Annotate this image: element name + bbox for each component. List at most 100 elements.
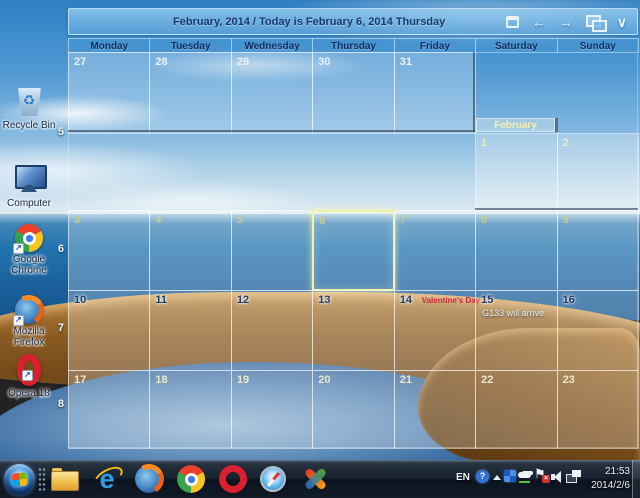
calendar-cell-20[interactable]: 20 bbox=[312, 370, 394, 449]
taskbar-item-firefox[interactable] bbox=[132, 461, 166, 497]
calendar-cell-6[interactable]: 6 bbox=[312, 210, 394, 291]
collapse-icon[interactable]: ∨ bbox=[617, 15, 627, 29]
taskbar-grip[interactable] bbox=[38, 467, 46, 491]
calendar-cell-19[interactable]: 19 bbox=[231, 370, 313, 449]
clock[interactable]: 21:53 2014/2/6 bbox=[582, 465, 630, 493]
day-header-wednesday: Wednesday bbox=[231, 38, 313, 53]
calendar-cell-21[interactable]: 21 bbox=[394, 370, 476, 449]
taskbar-item-windows-explorer[interactable] bbox=[47, 461, 81, 497]
calendar-cell-12[interactable]: 12 bbox=[231, 290, 313, 371]
date-number: 7 bbox=[400, 214, 406, 226]
calendar-cell-17[interactable]: 17 bbox=[68, 370, 150, 449]
calendar-cell-18[interactable]: 18 bbox=[149, 370, 231, 449]
date-number: 15 bbox=[481, 294, 493, 306]
display-settings-icon[interactable] bbox=[586, 15, 604, 29]
calendar-cell-2[interactable]: 2 bbox=[557, 133, 639, 211]
help-icon[interactable] bbox=[476, 470, 489, 483]
calendar-cell-23[interactable]: 23 bbox=[557, 370, 639, 449]
calendar-cell-5[interactable]: 5 bbox=[231, 210, 313, 291]
calendar-cell-30[interactable]: 30 bbox=[312, 52, 394, 134]
calendar-cell-3[interactable]: 3 bbox=[68, 210, 150, 291]
volume-icon[interactable] bbox=[551, 471, 565, 483]
calendar-view-icon[interactable] bbox=[506, 16, 519, 28]
explorer-icon bbox=[50, 465, 78, 493]
month-label: February bbox=[476, 118, 555, 132]
calendar-cell-1[interactable]: 1 bbox=[475, 133, 557, 211]
cloud-app-icon[interactable] bbox=[518, 470, 532, 483]
calendar-cell-31[interactable]: 31 bbox=[394, 52, 476, 134]
action-center-icon[interactable] bbox=[534, 468, 548, 483]
desktop-icon-label: Google Chrome bbox=[0, 254, 58, 276]
prev-month-icon[interactable]: ← bbox=[532, 15, 546, 29]
date-number: 2 bbox=[563, 137, 569, 149]
calendar-cell-28[interactable]: 28 bbox=[149, 52, 231, 134]
day-header-friday: Friday bbox=[394, 38, 476, 53]
recycle-bin-icon bbox=[11, 84, 47, 118]
day-header-tuesday: Tuesday bbox=[149, 38, 231, 53]
desktop-icon-recycle-bin[interactable]: Recycle Bin bbox=[0, 84, 58, 131]
month-separator-2 bbox=[475, 208, 638, 210]
calendar-cell-10[interactable]: 10 bbox=[68, 290, 150, 371]
calendar-cell-29[interactable]: 29 bbox=[231, 52, 313, 134]
calendar-cell-7[interactable]: 7 bbox=[394, 210, 476, 291]
date-number: 31 bbox=[400, 56, 412, 68]
calendar-event: Valentine's Day bbox=[422, 296, 480, 305]
clock-time: 21:53 bbox=[582, 465, 630, 479]
day-header-sunday: Sunday bbox=[557, 38, 639, 53]
desktop-icon-opera-18[interactable]: Opera 18 bbox=[0, 354, 58, 399]
desktop-icon-computer[interactable]: Computer bbox=[0, 162, 58, 209]
calendar-cell-15[interactable]: 15 G133 will arrive. bbox=[475, 290, 557, 371]
calendar-cell-4[interactable]: 4 bbox=[149, 210, 231, 291]
date-number: 3 bbox=[74, 214, 80, 226]
date-number: 14 bbox=[400, 294, 412, 306]
calendar-cell-27[interactable]: 27 bbox=[68, 52, 150, 134]
calendar-cell-14[interactable]: 14Valentine's Day bbox=[394, 290, 476, 371]
calendar-cell-22[interactable]: 22 bbox=[475, 370, 557, 449]
date-number: 17 bbox=[74, 374, 86, 386]
date-number: 29 bbox=[237, 56, 249, 68]
network-icon[interactable] bbox=[566, 470, 581, 483]
firefox-icon bbox=[15, 296, 43, 324]
month-separator-0 bbox=[68, 130, 475, 132]
date-number: 11 bbox=[155, 294, 167, 306]
next-month-icon[interactable]: → bbox=[559, 15, 573, 29]
taskbar-item-safari[interactable] bbox=[256, 461, 290, 497]
show-hidden-icons[interactable] bbox=[492, 474, 502, 482]
date-number: 12 bbox=[237, 294, 249, 306]
date-number: 19 bbox=[237, 374, 249, 386]
desktop-icon-google-chrome[interactable]: Google Chrome bbox=[0, 224, 58, 276]
date-number: 22 bbox=[481, 374, 493, 386]
shortcut-arrow-icon bbox=[13, 315, 24, 326]
date-number: 16 bbox=[563, 294, 575, 306]
shortcut-arrow-icon bbox=[22, 370, 33, 381]
calendar-cell-13[interactable]: 13 bbox=[312, 290, 394, 371]
calendar-titlebar[interactable]: February, 2014 / Today is February 6, 20… bbox=[68, 8, 638, 35]
taskbar-item-chrome[interactable] bbox=[174, 461, 208, 497]
calendar-toolbar: ← → ∨ bbox=[506, 15, 627, 29]
language-indicator[interactable]: EN bbox=[456, 472, 470, 483]
calendar-cell-16[interactable]: 16 bbox=[557, 290, 639, 371]
taskbar-item-visual-studio[interactable] bbox=[298, 461, 332, 497]
taskbar-item-opera[interactable] bbox=[216, 461, 250, 497]
calendar-title: February, 2014 / Today is February 6, 20… bbox=[69, 16, 445, 28]
calendar-cell-8[interactable]: 8 bbox=[475, 210, 557, 291]
firefox-icon bbox=[135, 465, 163, 493]
date-number: 8 bbox=[481, 214, 487, 226]
clock-date: 2014/2/6 bbox=[582, 479, 630, 493]
day-header-monday: Monday bbox=[68, 38, 150, 53]
show-desktop-button[interactable] bbox=[632, 460, 640, 498]
calendar-cell-11[interactable]: 11 bbox=[149, 290, 231, 371]
desktop-icon-mozilla-firefox[interactable]: Mozilla Firefox bbox=[0, 296, 58, 348]
windows-start-icon bbox=[4, 464, 35, 495]
opera-icon bbox=[17, 354, 41, 386]
taskbar-item-start-button[interactable] bbox=[2, 461, 36, 497]
date-number: 10 bbox=[74, 294, 86, 306]
shortcut-arrow-icon bbox=[13, 243, 24, 254]
date-number: 5 bbox=[237, 214, 243, 226]
grid-app-icon[interactable] bbox=[504, 470, 516, 482]
taskbar-item-internet-explorer[interactable] bbox=[90, 461, 124, 497]
calendar-cell-9[interactable]: 9 bbox=[557, 210, 639, 291]
date-number: 1 bbox=[481, 137, 487, 149]
date-number: 6 bbox=[319, 215, 325, 227]
calendar-event: G133 will arrive. bbox=[482, 308, 547, 318]
